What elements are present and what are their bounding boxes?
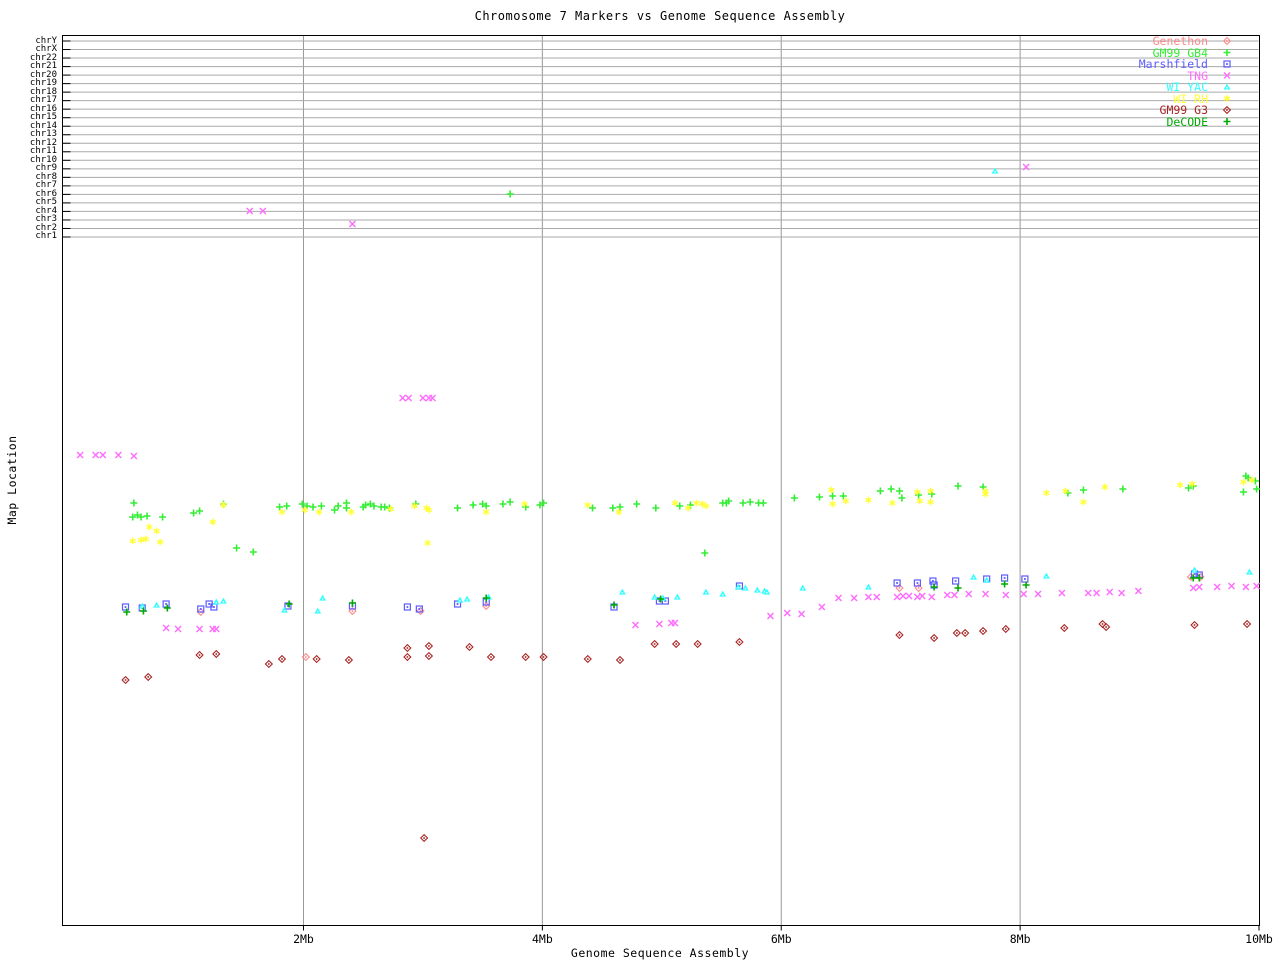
- x-axis-ticks: [302, 925, 1260, 931]
- y-tick-label-chr1: chr1: [35, 231, 57, 242]
- x-axis-title: Genome Sequence Assembly: [570, 946, 750, 960]
- series-wi-rh: [129, 476, 1256, 547]
- x-tick-label-2mb: 2Mb: [293, 932, 314, 946]
- y-axis-title: Map Location: [5, 435, 19, 525]
- legend-label-decode: DeCODE: [1166, 114, 1208, 129]
- x-tick-label-6mb: 6Mb: [770, 932, 792, 946]
- plot-area: [62, 35, 1261, 931]
- chart-canvas: Chromosome 7 Markers vs Genome Sequence …: [0, 0, 1280, 960]
- series-wi-yac: [138, 167, 1253, 614]
- y-axis-ticks: [62, 40, 71, 238]
- x-tick-label-4mb: 4Mb: [531, 932, 553, 946]
- x-tick-label-10mb: 10Mb: [1245, 932, 1273, 946]
- series-gm99-g3: [121, 619, 1252, 843]
- x-tick-label-8mb: 8Mb: [1009, 932, 1031, 946]
- series-genethon: [196, 572, 1205, 662]
- chromosome-lines: [63, 40, 1259, 238]
- series-tng: [76, 163, 1261, 633]
- legend-markers: [1222, 36, 1232, 125]
- chart-title: Chromosome 7 Markers vs Genome Sequence …: [474, 9, 846, 23]
